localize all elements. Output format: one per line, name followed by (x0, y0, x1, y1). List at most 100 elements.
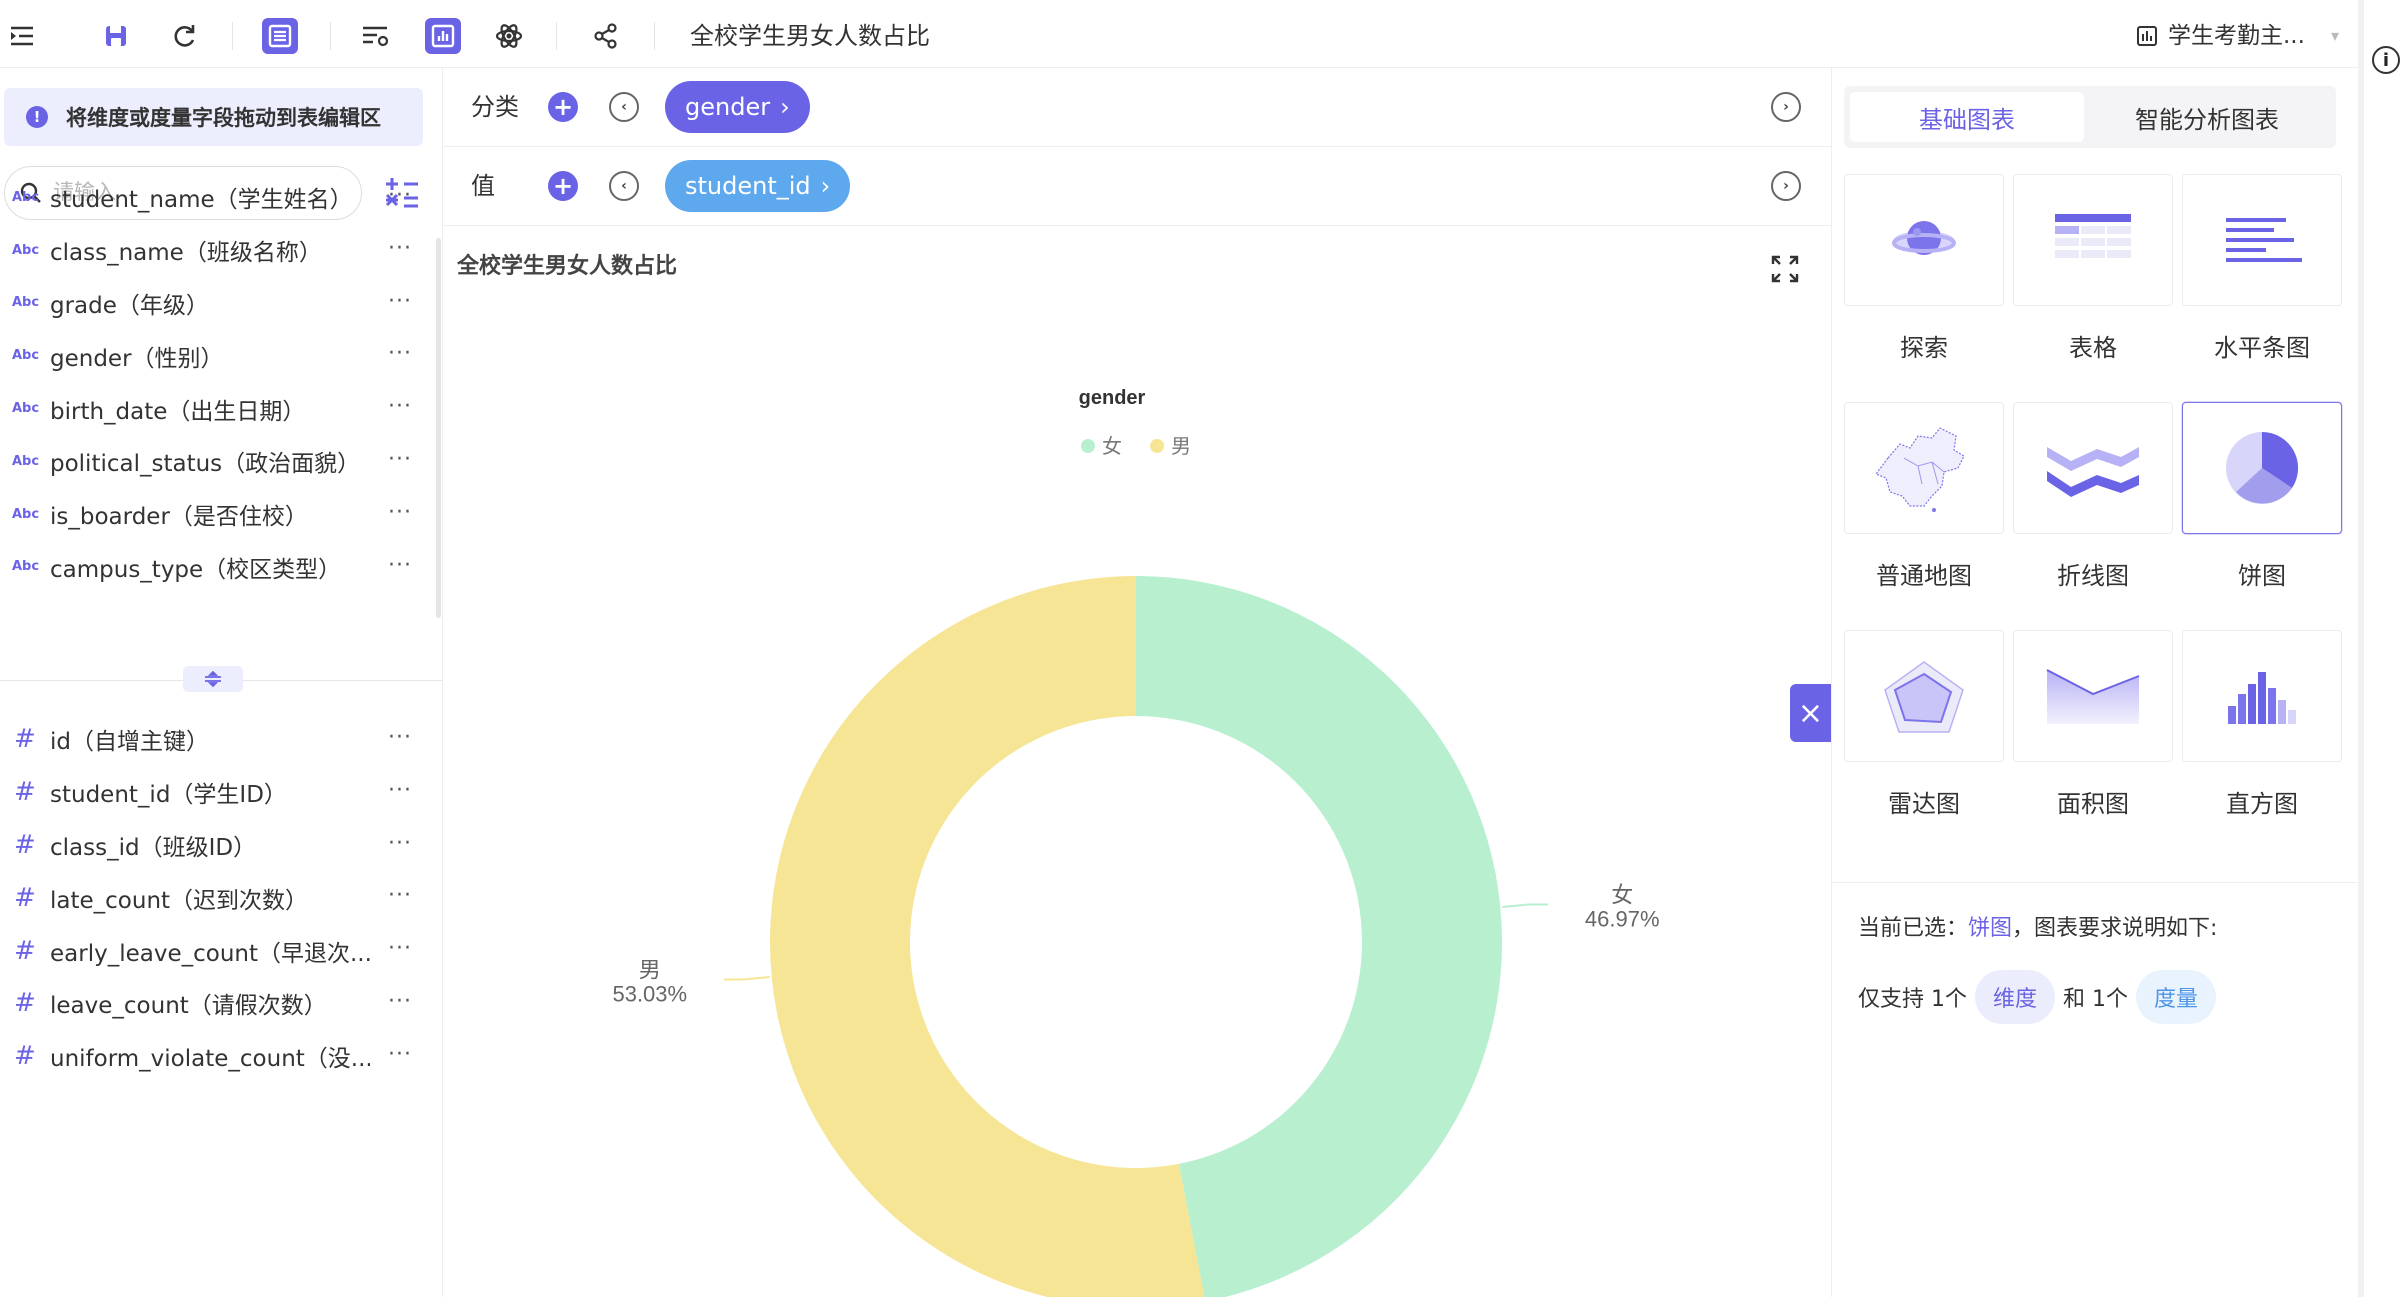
measure-field[interactable]: # class_id（班级ID） ··· (0, 819, 440, 872)
category-shelf: 分类 + ‹ gender › › (443, 68, 1831, 147)
legend-label[interactable]: 女 (1102, 435, 1122, 458)
dimension-type-icon: Abc (12, 559, 40, 575)
more-options-icon[interactable]: ··· (388, 725, 412, 750)
legend-label[interactable]: 男 (1171, 436, 1191, 458)
value-label: 值 (471, 172, 495, 200)
dimension-field[interactable]: Abc class_name（班级名称） ··· (0, 224, 440, 277)
chart-type-radar-chart[interactable]: 雷达图 (1844, 630, 2004, 819)
chart-type-label: 表格 (2069, 334, 2117, 362)
and-text: 和 1个 (2063, 987, 2129, 1012)
measure-field[interactable]: # student_id（学生ID） ··· (0, 766, 440, 819)
more-options-icon[interactable]: ··· (388, 831, 412, 856)
field-label: uniform_violate_count（没... (50, 1046, 370, 1073)
table-chart-icon (2013, 174, 2173, 306)
dimension-field[interactable]: Abc birth_date（出生日期） ··· (0, 382, 440, 435)
requirement-suffix: ，图表要求说明如下: (2012, 916, 2218, 941)
more-options-icon[interactable]: ··· (388, 289, 412, 314)
more-options-icon[interactable]: ··· (388, 989, 412, 1014)
more-options-icon[interactable]: ··· (388, 500, 412, 525)
collapse-menu-icon[interactable] (4, 18, 40, 54)
resize-handle-icon[interactable] (183, 666, 243, 692)
chart-type-histogram-chart[interactable]: 直方图 (2182, 630, 2342, 819)
info-icon[interactable]: i (2372, 46, 2400, 74)
more-options-icon[interactable]: ··· (388, 883, 412, 908)
chart-type-explore-planet[interactable]: 探索 (1844, 174, 2004, 363)
dimension-field[interactable]: Abc grade（年级） ··· (0, 277, 440, 330)
page-scrollbar[interactable] (2358, 0, 2364, 1297)
dimension-field[interactable]: Abc political_status（政治面貌） ··· (0, 435, 440, 488)
category-field-pill[interactable]: gender › (665, 81, 810, 133)
requirement-prefix: 当前已选： (1858, 916, 1969, 941)
dimension-field[interactable]: Abc is_boarder（是否住校） ··· (0, 488, 440, 541)
chart-type-line-chart[interactable]: 折线图 (2013, 402, 2173, 591)
chart-type-table-chart[interactable]: 表格 (2013, 174, 2173, 363)
measure-field[interactable]: # late_count（迟到次数） ··· (0, 871, 440, 924)
dimension-field[interactable]: Abc gender（性别） ··· (0, 329, 440, 382)
dataset-label: 学生考勤主... (2168, 23, 2305, 49)
chart-type-label: 探索 (1900, 334, 1948, 362)
drag-hint: ! 将维度或度量字段拖动到表编辑区 (4, 88, 423, 146)
value-field-pill[interactable]: student_id › (665, 160, 851, 212)
refresh-icon[interactable] (166, 18, 202, 54)
chart-type-china-map[interactable]: 普通地图 (1844, 402, 2004, 591)
dimension-field[interactable]: Abc student_name（学生姓名） ··· (0, 171, 440, 224)
pie-slice[interactable] (1136, 576, 1503, 1297)
chart-view-icon[interactable] (425, 18, 461, 54)
chart-type-label: 折线图 (2057, 562, 2129, 590)
chart-type-horizontal-bar-chart[interactable]: 水平条图 (2182, 174, 2342, 363)
share-icon[interactable] (588, 18, 624, 54)
more-options-icon[interactable]: ··· (388, 553, 412, 578)
more-options-icon[interactable]: ··· (388, 341, 412, 366)
legend-marker[interactable] (1081, 439, 1095, 453)
ai-atom-icon[interactable] (491, 18, 527, 54)
legend-marker[interactable] (1150, 439, 1164, 453)
data-view-icon[interactable] (262, 18, 298, 54)
more-options-icon[interactable]: ··· (388, 936, 412, 961)
tab-smart-charts[interactable]: 智能分析图表 (2090, 92, 2324, 142)
histogram-chart-icon (2182, 630, 2342, 762)
add-category-button[interactable]: + (548, 92, 578, 122)
dimension-type-icon: Abc (12, 401, 40, 417)
measure-field[interactable]: # id（自增主键） ··· (0, 713, 440, 766)
add-value-button[interactable]: + (548, 171, 578, 201)
dataset-selector[interactable]: 学生考勤主... ▾ (2136, 20, 2339, 52)
more-options-icon[interactable]: ··· (388, 236, 412, 261)
dimension-field[interactable]: Abc campus_type（校区类型） ··· (0, 541, 440, 594)
fullscreen-icon[interactable] (1770, 254, 1800, 284)
more-options-icon[interactable]: ··· (388, 778, 412, 803)
field-list-scrollbar[interactable] (436, 238, 441, 618)
tab-basic-charts[interactable]: 基础图表 (1850, 92, 2084, 142)
dataset-icon (2137, 26, 2157, 46)
chart-tabs: 基础图表 智能分析图表 (1844, 86, 2336, 148)
horizontal-bar-chart-icon (2182, 174, 2342, 306)
legend-title: gender (1079, 387, 1146, 409)
dimension-tag: 维度 (1975, 970, 2056, 1024)
filter-settings-icon[interactable] (358, 18, 394, 54)
chart-type-area-chart[interactable]: 面积图 (2013, 630, 2173, 819)
measure-list: # id（自增主键） ··· # student_id（学生ID） ··· # class_i… (0, 713, 440, 1083)
dimension-type-icon: Abc (12, 453, 40, 469)
measure-field[interactable]: # leave_count（请假次数） ··· (0, 977, 440, 1030)
chart-type-label: 水平条图 (2214, 334, 2310, 362)
label-leader-line (1502, 903, 1549, 909)
close-panel-icon[interactable]: × (1790, 684, 1831, 742)
save-icon[interactable] (98, 18, 134, 54)
drag-hint-text: 将维度或度量字段拖动到表编辑区 (66, 106, 381, 130)
scroll-right-icon[interactable]: › (1771, 171, 1801, 201)
measure-type-icon: # (14, 988, 36, 1019)
more-options-icon[interactable]: ··· (388, 394, 412, 419)
more-options-icon[interactable]: ··· (388, 183, 412, 208)
info-circle-icon: ! (26, 106, 48, 128)
chart-type-label: 面积图 (2057, 790, 2129, 818)
scroll-left-icon[interactable]: ‹ (609, 171, 639, 201)
scroll-right-icon[interactable]: › (1771, 92, 1801, 122)
selected-chart-link[interactable]: 饼图 (1968, 916, 2012, 941)
slice-percent-label: 46.97% (1585, 907, 1660, 932)
measure-field[interactable]: # early_leave_count（早退次... ··· (0, 924, 440, 977)
chevron-right-icon: › (780, 93, 790, 121)
measure-field[interactable]: # uniform_violate_count（没... ··· (0, 1030, 440, 1083)
chart-type-pie-chart[interactable]: 饼图 (2182, 402, 2342, 591)
more-options-icon[interactable]: ··· (388, 447, 412, 472)
more-options-icon[interactable]: ··· (388, 1042, 412, 1067)
scroll-left-icon[interactable]: ‹ (609, 92, 639, 122)
